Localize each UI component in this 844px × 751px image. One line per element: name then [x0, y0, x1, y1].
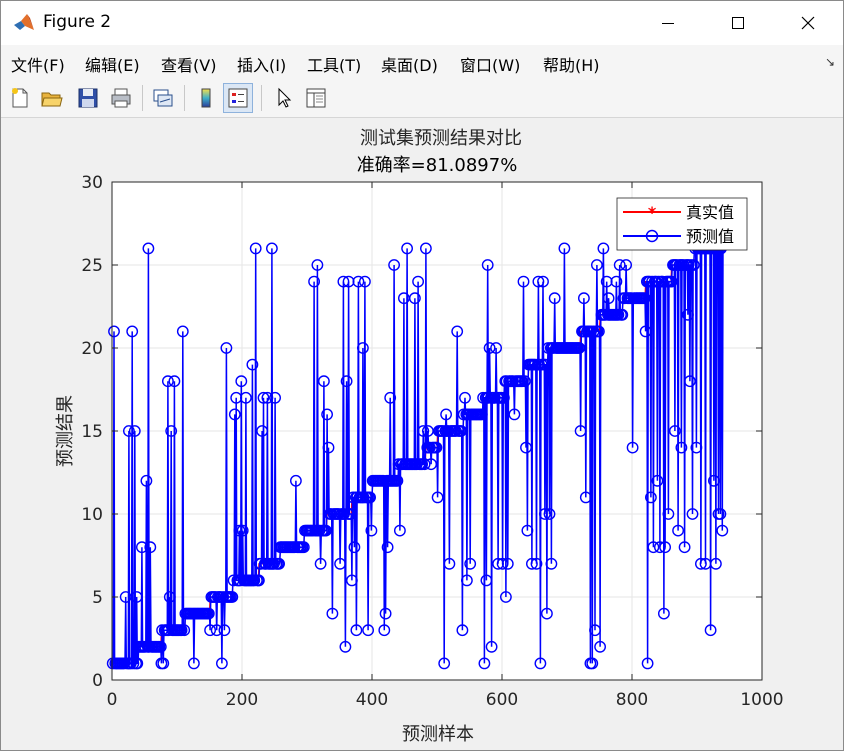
print-icon — [111, 88, 131, 108]
pointer-icon — [278, 87, 292, 108]
property-inspector-icon — [306, 88, 326, 108]
figure-toolbar — [1, 79, 843, 118]
y-tick-label: 5 — [92, 588, 103, 608]
figure-window: Figure 2 文件(F) 编辑(E) 查看(V) 插入(I) 工具(T) 桌… — [0, 0, 844, 751]
menu-bar: 文件(F) 编辑(E) 查看(V) 插入(I) 工具(T) 桌面(D) 窗口(W… — [1, 45, 843, 79]
save-button[interactable] — [73, 83, 103, 113]
y-tick-label: 15 — [81, 422, 103, 442]
chart-legend[interactable]: * 真实值 预测值 — [616, 197, 748, 251]
menu-edit[interactable]: 编辑(E) — [85, 52, 140, 76]
property-inspector-button[interactable] — [301, 83, 331, 113]
title-bar: Figure 2 — [1, 1, 843, 45]
x-tick-label: 0 — [107, 690, 118, 710]
menu-help[interactable]: 帮助(H) — [543, 52, 600, 76]
minimize-button[interactable] — [633, 1, 703, 45]
x-tick-label: 200 — [226, 690, 258, 710]
y-tick-label: 10 — [81, 505, 103, 525]
x-tick-label: 800 — [616, 690, 648, 710]
menu-file[interactable]: 文件(F) — [11, 52, 65, 76]
print-button[interactable] — [106, 83, 136, 113]
toolbar-separator — [142, 85, 143, 111]
legend-icon — [228, 88, 248, 108]
close-icon — [801, 16, 815, 30]
matlab-logo-icon — [14, 14, 34, 30]
open-file-icon — [41, 92, 63, 107]
y-tick-label: 30 — [81, 173, 103, 193]
window-title: Figure 2 — [43, 12, 112, 32]
y-tick-label: 0 — [92, 671, 103, 691]
menu-desktop[interactable]: 桌面(D) — [381, 52, 438, 76]
plot-svg: 0 200 400 600 800 1000051015202530 测试集预测结果对比 … — [55, 128, 784, 745]
colorbar-icon — [201, 88, 211, 108]
chart-title: 测试集预测结果对比 — [360, 128, 522, 149]
legend-label-true: 真实值 — [686, 203, 734, 222]
toolbar-dock-arrow-icon[interactable]: ↘ — [825, 55, 835, 69]
link-plot-button[interactable] — [148, 83, 178, 113]
maximize-icon — [732, 17, 744, 29]
menu-tools[interactable]: 工具(T) — [307, 52, 361, 76]
x-tick-label: 400 — [356, 690, 388, 710]
maximize-button[interactable] — [703, 1, 773, 45]
legend-label-pred: 预测值 — [686, 227, 734, 246]
edit-plot-button[interactable] — [269, 83, 299, 113]
figure-canvas: 0 200 400 600 800 1000 0 5 10 15 20 25 30 测试集预测结果对比 … — [1, 118, 843, 750]
chart-subtitle: 准确率=81.0897% — [357, 155, 518, 176]
menu-insert[interactable]: 插入(I) — [237, 52, 286, 76]
save-icon — [78, 88, 98, 108]
link-plot-icon — [153, 89, 173, 107]
y-axis-label: 预测结果 — [55, 395, 76, 467]
x-tick-label: 1000 — [740, 690, 783, 710]
x-axis-label: 预测样本 — [402, 724, 474, 745]
new-figure-button[interactable] — [5, 83, 35, 113]
y-tick-label: 20 — [81, 339, 103, 359]
legend-button[interactable] — [223, 83, 253, 113]
asterisk-marker-icon: * — [648, 203, 657, 222]
toolbar-separator — [184, 85, 185, 111]
close-button[interactable] — [773, 1, 843, 45]
open-file-button[interactable] — [37, 83, 67, 113]
x-tick-label: 600 — [486, 690, 518, 710]
toolbar-separator — [261, 85, 262, 111]
new-figure-icon — [12, 88, 28, 108]
y-tick-label: 25 — [81, 256, 103, 276]
colorbar-button[interactable] — [191, 83, 221, 113]
minimize-icon — [662, 22, 674, 24]
menu-view[interactable]: 查看(V) — [161, 52, 216, 76]
menu-window[interactable]: 窗口(W) — [460, 52, 520, 76]
